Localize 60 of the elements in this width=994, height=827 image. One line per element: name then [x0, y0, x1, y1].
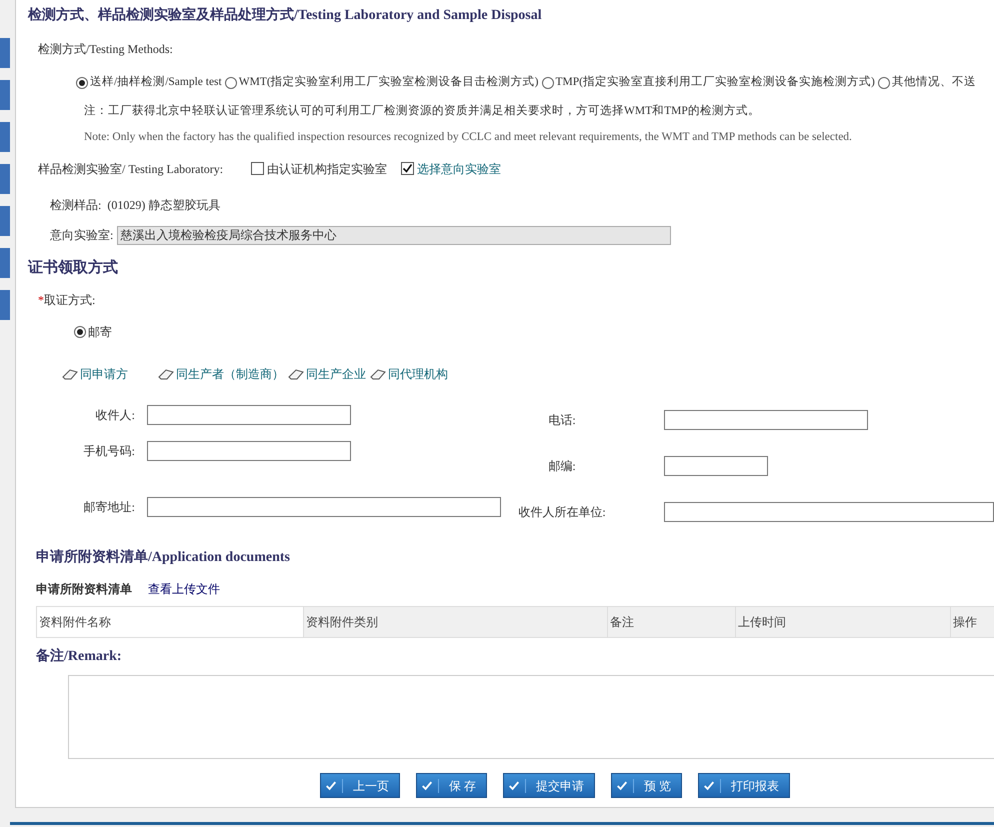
- input-field[interactable]: [147, 441, 351, 462]
- input-field[interactable]: [664, 456, 768, 476]
- lab-field[interactable]: 慈溪出入境检验检疫局综合技术服务中心: [117, 226, 672, 245]
- column-header: 操作: [950, 607, 994, 638]
- radio-label: 邮寄: [88, 324, 112, 342]
- checkbox[interactable]: [251, 162, 264, 176]
- eraser-icon: [158, 368, 174, 380]
- field-label: 邮编:: [547, 458, 577, 476]
- input-field[interactable]: [664, 410, 868, 430]
- section-title: 证书领取方式: [28, 258, 119, 278]
- field-label: 检测样品:: [50, 196, 102, 214]
- radio-button[interactable]: [878, 76, 890, 89]
- action-button[interactable]: 上一页: [320, 773, 400, 798]
- radio-button[interactable]: [542, 76, 554, 89]
- field-label: 邮寄地址:: [82, 499, 136, 516]
- field-label: 收件人:: [94, 407, 136, 424]
- eraser-icon: [370, 368, 386, 380]
- field-label: 意向实验室:: [50, 227, 114, 244]
- field-label: 取证方式:: [44, 292, 96, 310]
- radio-label: TMP(指定实验室直接利用工厂实验室检测设备实施检测方式): [556, 74, 875, 90]
- checkbox[interactable]: [401, 162, 414, 176]
- checkbox-label: 由认证机构指定实验室: [267, 160, 388, 178]
- column-header: 上传时间: [735, 607, 950, 638]
- field-label: 收件人所在单位:: [518, 504, 606, 522]
- action-button[interactable]: 提交申请: [503, 773, 595, 798]
- field-label: 手机号码:: [82, 443, 136, 460]
- copy-link[interactable]: 同生产企业: [306, 365, 366, 384]
- section-title: 备注/Remark:: [36, 646, 123, 666]
- note-text: 注：工厂获得北京中轻联认证管理系统认可的可利用工厂检测资源的资质并满足相关要求时，方可选择WMT和TMP的检测方式。: [84, 103, 761, 120]
- copy-link[interactable]: 同生产者（制造商）: [176, 365, 284, 384]
- action-button[interactable]: 保 存: [416, 773, 487, 798]
- section-title: 申请所附资料清单/Application documents: [36, 548, 291, 568]
- list-title: 申请所附资料清单: [36, 581, 132, 598]
- eraser-icon: [62, 368, 78, 380]
- field-label: 电话:: [547, 412, 577, 430]
- radio-label: WMT(指定实验室利用工厂实验室检测设备目击检测方式): [238, 74, 538, 90]
- checkbox-label: 选择意向实验室: [417, 160, 502, 178]
- eraser-icon: [288, 368, 304, 380]
- required-mark: *: [38, 292, 44, 310]
- remark-field[interactable]: [68, 675, 994, 760]
- section-title: 检测方式、样品检测实验室及样品处理方式/Testing Laboratory and Sample Disposal: [28, 6, 543, 25]
- sample-value: (01029) 静态塑胶玩具: [107, 196, 220, 214]
- view-uploads-link[interactable]: 查看上传文件: [148, 580, 220, 598]
- radio-button[interactable]: [224, 76, 237, 89]
- field-label: 检测方式/Testing Methods:: [38, 41, 174, 58]
- note-text: Note: Only when the factory has the qualified inspection resources recognized by CCLC and meet relevant requirements, the WMT and TMP methods can be selected.: [84, 130, 853, 144]
- copy-link[interactable]: 同代理机构: [388, 365, 448, 384]
- copy-link[interactable]: 同申请方: [80, 365, 128, 384]
- action-button[interactable]: 打印报表: [698, 773, 790, 798]
- action-button[interactable]: 预 览: [611, 773, 682, 798]
- radio-label: 其他情况、不送: [892, 74, 976, 90]
- column-header: 资料附件类别: [303, 607, 607, 638]
- radio-button[interactable]: [76, 76, 88, 89]
- column-header: 备注: [607, 607, 735, 638]
- input-field[interactable]: [147, 497, 501, 518]
- input-field[interactable]: [664, 502, 994, 522]
- input-field[interactable]: [147, 405, 351, 426]
- radio-button[interactable]: [74, 326, 86, 338]
- field-label: 样品检测实验室/ Testing Laboratory:: [38, 160, 224, 178]
- radio-label: 送样/抽样检测/Sample test: [90, 74, 222, 90]
